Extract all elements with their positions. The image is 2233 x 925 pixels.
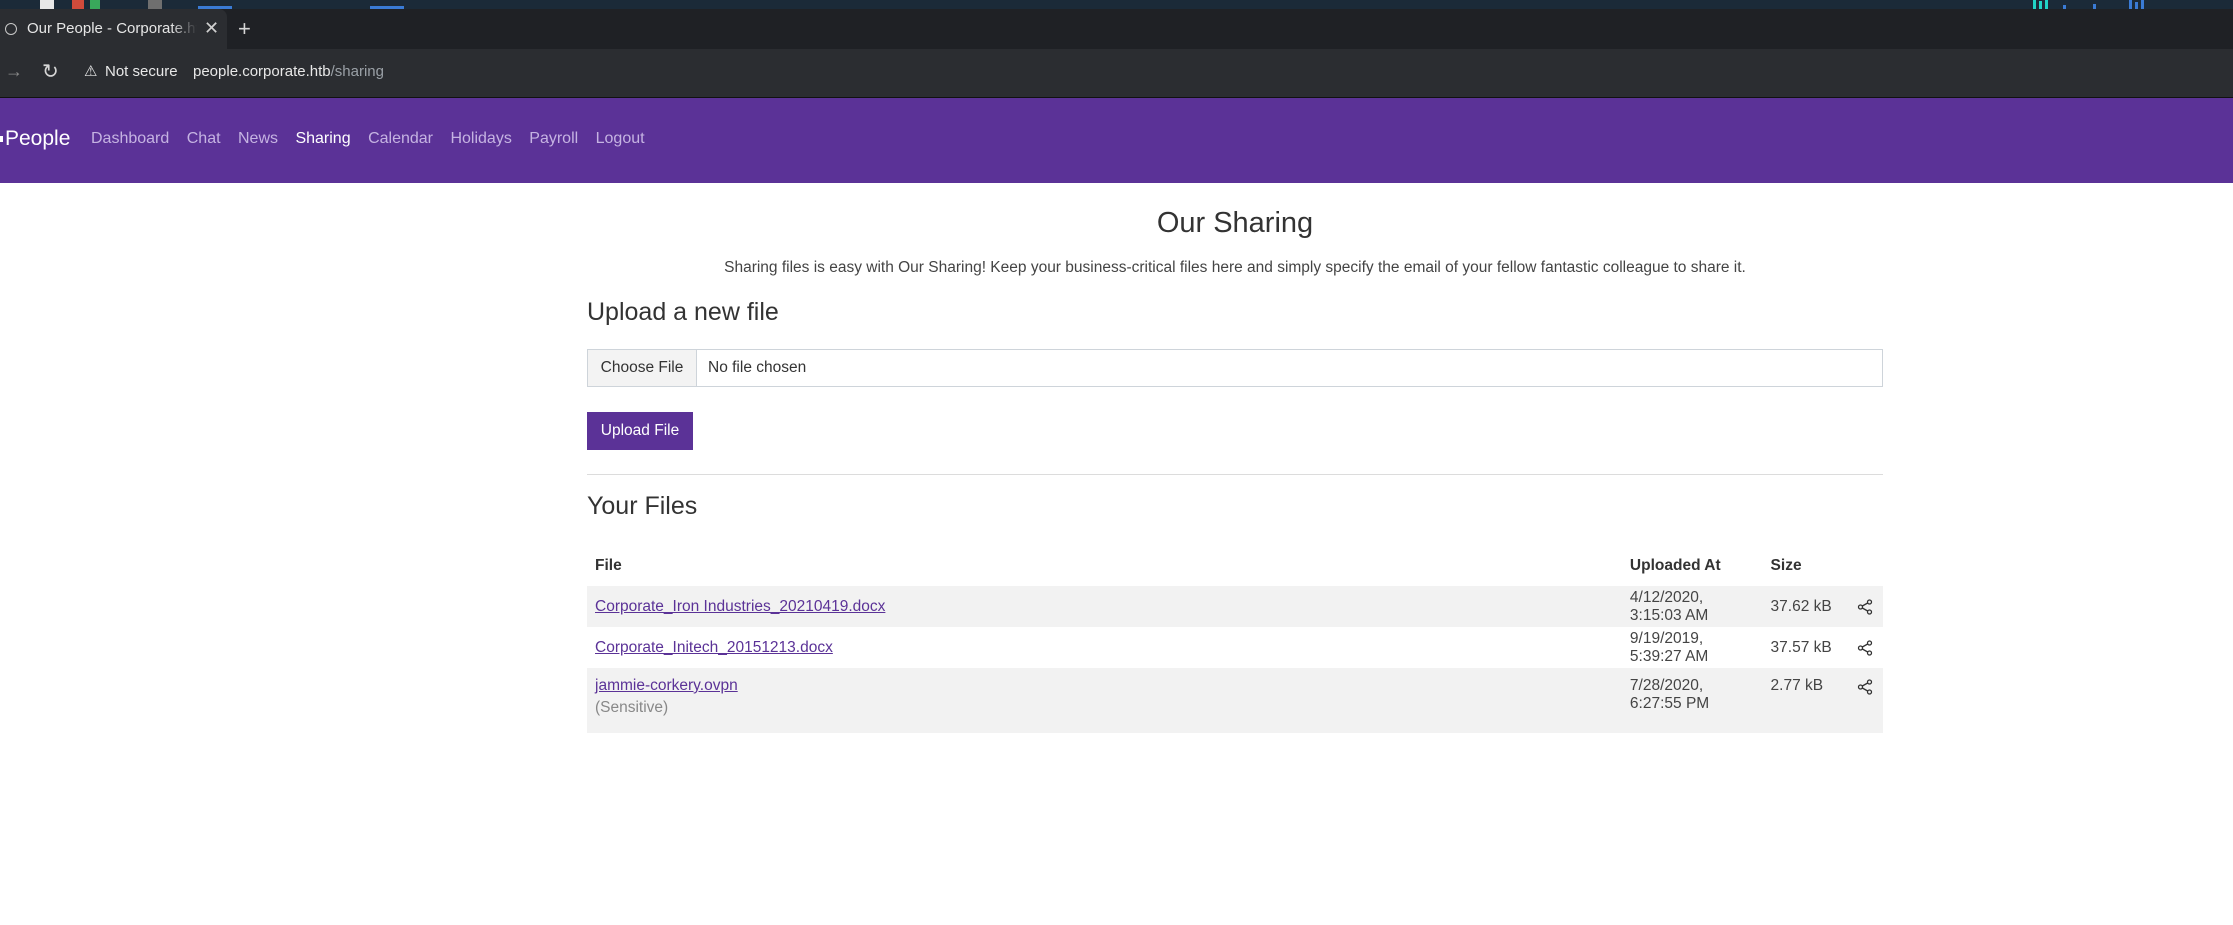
size-cell: 37.57 kB [1770, 638, 1832, 656]
share-icon[interactable] [1847, 668, 1883, 733]
upload-heading: Upload a new file [587, 298, 779, 326]
choose-file-button[interactable]: Choose File [588, 350, 697, 386]
share-icon[interactable] [1847, 586, 1883, 627]
url-path: /sharing [330, 63, 384, 80]
os-app-icon [40, 0, 54, 9]
files-table: File Uploaded At Size Corporate_Iron Ind… [587, 546, 1883, 733]
url-field[interactable]: people.corporate.htb/sharing [193, 63, 384, 80]
nav-link-calendar[interactable]: Calendar [368, 130, 433, 147]
nav-links: Dashboard Chat News Sharing Calendar Hol… [91, 130, 658, 148]
uploaded-at-cell: 7/28/2020, 6:27:55 PM [1621, 668, 1763, 733]
file-cell: Corporate_Initech_20151213.docx [587, 627, 1622, 668]
os-activity-meter [2033, 0, 2183, 9]
browser-tab[interactable]: Our People - Corporate.htb ✕ [0, 9, 227, 49]
site-navbar: People Dashboard Chat News Sharing Calen… [0, 98, 2233, 183]
os-app-icon [148, 0, 162, 9]
column-header-size: Size [1770, 557, 1802, 574]
tab-title: Our People - Corporate.htb [27, 20, 197, 37]
globe-icon [5, 23, 17, 35]
forward-arrow-icon[interactable]: → [5, 61, 23, 82]
uploaded-at-cell: 4/12/2020, 3:15:03 AM [1621, 586, 1763, 627]
nav-link-payroll[interactable]: Payroll [529, 130, 578, 147]
divider [587, 474, 1883, 475]
file-input-status: No file chosen [708, 359, 807, 376]
nav-link-sharing[interactable]: Sharing [295, 130, 350, 147]
size-cell: 2.77 kB [1762, 668, 1848, 733]
page-title: Our Sharing [1156, 207, 1314, 239]
file-link[interactable]: jammie-corkery.ovpn [595, 677, 738, 694]
brand-mark [0, 136, 3, 142]
file-link[interactable]: Corporate_Initech_20151213.docx [595, 639, 833, 656]
nav-link-chat[interactable]: Chat [187, 130, 221, 147]
table-row: Corporate_Initech_20151213.docx 9/19/201… [587, 627, 1883, 668]
url-host: people.corporate.htb [193, 63, 331, 80]
column-header-uploaded-at: Uploaded At [1629, 557, 1721, 574]
table-row: jammie-corkery.ovpn (Sensitive) 7/28/202… [587, 668, 1883, 733]
nav-link-logout[interactable]: Logout [596, 130, 645, 147]
os-top-strip [0, 0, 2233, 9]
file-cell: jammie-corkery.ovpn (Sensitive) [587, 668, 1622, 733]
share-icon[interactable] [1847, 627, 1883, 668]
warning-icon: ⚠ [84, 63, 98, 80]
sensitive-label: (Sensitive) [595, 699, 669, 716]
file-input[interactable]: Choose File No file chosen [587, 349, 1883, 387]
upload-file-button[interactable]: Upload File [587, 412, 693, 450]
nav-link-holidays[interactable]: Holidays [450, 130, 511, 147]
size-cell: 37.62 kB [1762, 586, 1848, 627]
nav-link-dashboard[interactable]: Dashboard [91, 130, 169, 147]
new-tab-button[interactable]: + [238, 16, 251, 42]
browser-tab-bar: Our People - Corporate.htb ✕ + [0, 9, 2233, 49]
reload-icon[interactable]: ↻ [42, 59, 59, 84]
file-cell: Corporate_Iron Industries_20210419.docx [587, 586, 1622, 627]
uploaded-at-cell: 9/19/2019, 5:39:27 AM [1629, 629, 1709, 665]
column-header-actions [1847, 546, 1883, 586]
files-heading: Your Files [587, 492, 698, 520]
os-app-icon [72, 0, 84, 9]
address-bar: → ↻ ⚠ Not secure people.corporate.htb/sh… [0, 49, 2233, 98]
nav-link-news[interactable]: News [238, 130, 278, 147]
os-app-icon [90, 0, 100, 9]
close-tab-icon[interactable]: ✕ [204, 18, 219, 39]
table-header-row: File Uploaded At Size [587, 546, 1883, 586]
file-link[interactable]: Corporate_Iron Industries_20210419.docx [595, 598, 885, 615]
page-lead: Sharing files is easy with Our Sharing! … [724, 259, 1746, 276]
column-header-file: File [595, 557, 622, 574]
security-indicator[interactable]: Not secure [105, 63, 178, 80]
brand-logo[interactable]: People [5, 127, 70, 151]
table-row: Corporate_Iron Industries_20210419.docx … [587, 586, 1883, 627]
